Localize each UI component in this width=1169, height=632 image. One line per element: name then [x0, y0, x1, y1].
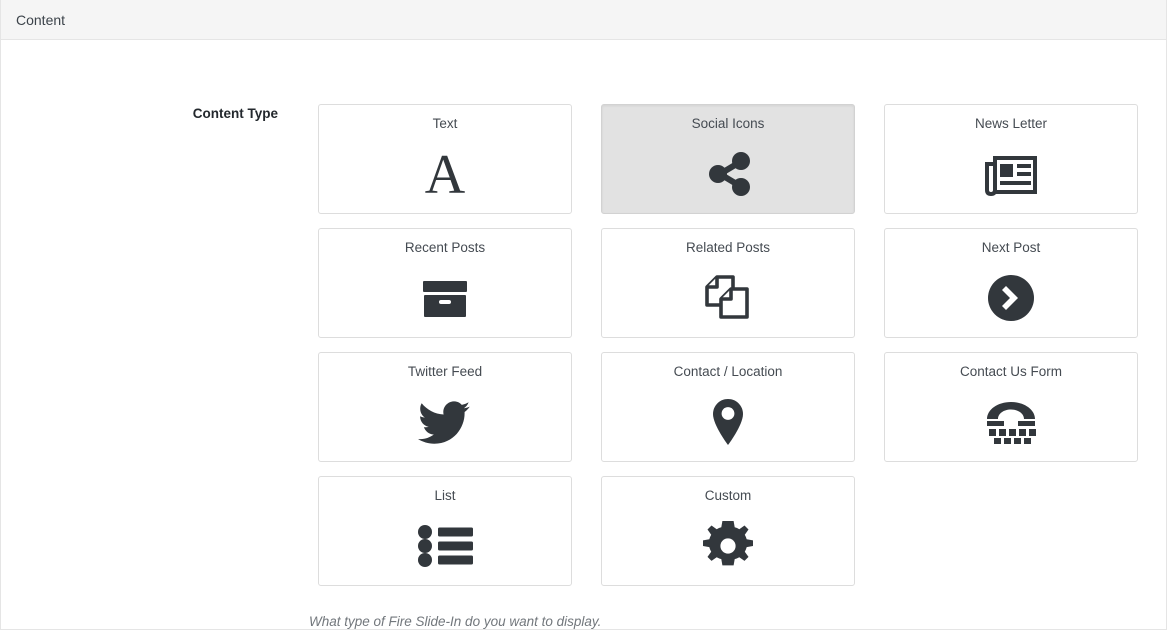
tile-label: Custom [704, 488, 752, 503]
map-pin-icon [602, 382, 854, 461]
content-type-option-custom[interactable]: Custom [601, 476, 855, 586]
tile-label: Related Posts [685, 240, 771, 255]
content-type-label: Content Type [192, 106, 278, 121]
content-type-option-recent-posts[interactable]: Recent Posts [318, 228, 572, 338]
chevron-right-circle-icon [885, 258, 1137, 337]
panel-title: Content [16, 11, 66, 28]
content-type-option-contact-location[interactable]: Contact / Location [601, 352, 855, 462]
tile-label: Social Icons [691, 116, 765, 131]
copy-pages-icon [602, 258, 854, 337]
share-nodes-icon [602, 134, 854, 213]
content-type-row: Text A Social Icons News Letter [318, 104, 1148, 214]
tile-label: Next Post [981, 240, 1041, 255]
tile-label: List [434, 488, 456, 503]
content-type-row: Recent Posts Related Posts Next Post [318, 228, 1148, 338]
gear-icon [602, 506, 854, 585]
panel-body: Content Type Text A Social Icons News Le… [1, 40, 1166, 629]
bulleted-list-icon [319, 506, 571, 585]
panel-header: Content [1, 0, 1166, 40]
tile-label: Recent Posts [404, 240, 486, 255]
content-type-option-list[interactable]: List [318, 476, 572, 586]
content-type-row: List Custom [318, 476, 1148, 586]
content-type-option-next-post[interactable]: Next Post [884, 228, 1138, 338]
content-type-option-twitter-feed[interactable]: Twitter Feed [318, 352, 572, 462]
letter-a-icon: A [424, 143, 466, 206]
twitter-bird-icon [319, 382, 571, 461]
content-type-help-text: What type of Fire Slide-In do you want t… [309, 614, 602, 629]
tile-label: Contact / Location [673, 364, 783, 379]
content-type-grid: Text A Social Icons News Letter Recent P… [318, 104, 1148, 600]
tile-label: Text [432, 116, 458, 131]
tile-label: Twitter Feed [407, 364, 483, 379]
telephone-keypad-icon [885, 382, 1137, 461]
content-type-option-text[interactable]: Text A [318, 104, 572, 214]
newspaper-icon [885, 134, 1137, 213]
tile-label: News Letter [974, 116, 1048, 131]
content-type-row: Twitter Feed Contact / Location Contact … [318, 352, 1148, 462]
tile-label: Contact Us Form [959, 364, 1063, 379]
content-type-option-social-icons[interactable]: Social Icons [601, 104, 855, 214]
content-settings-panel: Content Content Type Text A Social Icons [0, 0, 1167, 630]
content-type-option-contact-us-form[interactable]: Contact Us Form [884, 352, 1138, 462]
content-type-option-news-letter[interactable]: News Letter [884, 104, 1138, 214]
content-type-option-related-posts[interactable]: Related Posts [601, 228, 855, 338]
archive-box-icon [319, 258, 571, 337]
